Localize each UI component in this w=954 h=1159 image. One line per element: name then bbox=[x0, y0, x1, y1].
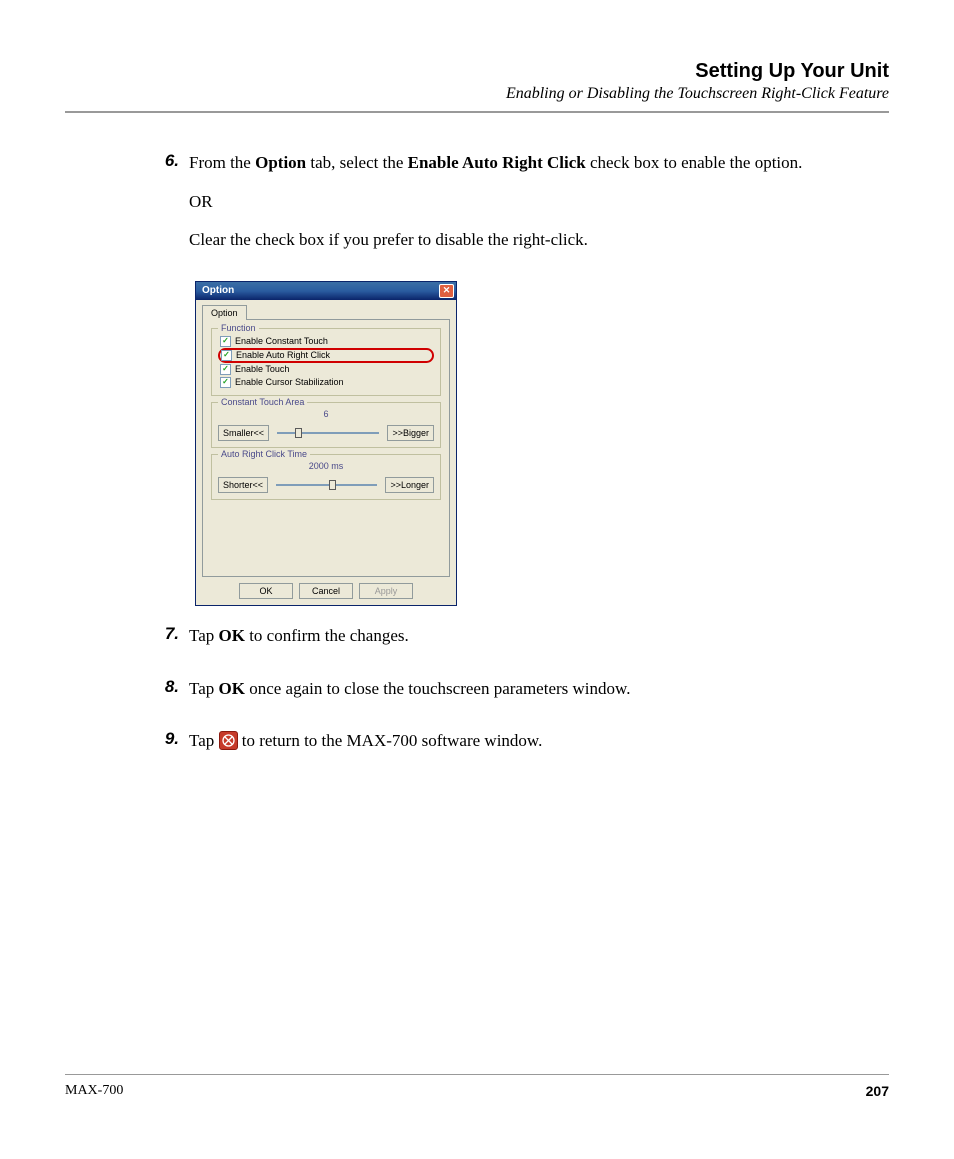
content-area: 6. From the Option tab, select the Enabl… bbox=[65, 151, 889, 768]
area-value: 6 bbox=[218, 409, 434, 419]
return-icon bbox=[219, 731, 238, 750]
step-9: 9. Tap to return to the MAX-700 software… bbox=[155, 729, 889, 768]
page-number: 207 bbox=[866, 1083, 889, 1099]
check-icon bbox=[220, 364, 231, 375]
step-body: Tap OK to confirm the changes. bbox=[189, 624, 409, 663]
check-icon bbox=[220, 336, 231, 347]
time-legend: Auto Right Click Time bbox=[218, 449, 310, 459]
page-footer: MAX-700 207 bbox=[65, 1074, 889, 1099]
function-fieldset: Function Enable Constant Touch Enable Au… bbox=[211, 328, 441, 396]
step-number: 9. bbox=[155, 729, 189, 768]
time-slider[interactable] bbox=[276, 484, 377, 486]
slider-thumb-icon[interactable] bbox=[329, 480, 336, 490]
check-icon bbox=[221, 350, 232, 361]
step-8: 8. Tap OK once again to close the touchs… bbox=[155, 677, 889, 716]
screenshot-option-dialog: Option ✕ Option Function Enable Constant… bbox=[195, 281, 889, 606]
slider-thumb-icon[interactable] bbox=[295, 428, 302, 438]
step-6: 6. From the Option tab, select the Enabl… bbox=[155, 151, 889, 267]
step-body: From the Option tab, select the Enable A… bbox=[189, 151, 802, 267]
auto-right-click-time-fieldset: Auto Right Click Time 2000 ms Shorter<< … bbox=[211, 454, 441, 500]
apply-button[interactable]: Apply bbox=[359, 583, 413, 599]
shorter-button[interactable]: Shorter<< bbox=[218, 477, 268, 493]
longer-button[interactable]: >>Longer bbox=[385, 477, 434, 493]
tab-panel: Function Enable Constant Touch Enable Au… bbox=[202, 319, 450, 577]
checkbox-cursor-stabilization[interactable]: Enable Cursor Stabilization bbox=[218, 376, 434, 389]
ok-button[interactable]: OK bbox=[239, 583, 293, 599]
checkbox-constant-touch[interactable]: Enable Constant Touch bbox=[218, 335, 434, 348]
option-dialog: Option ✕ Option Function Enable Constant… bbox=[195, 281, 457, 606]
close-icon[interactable]: ✕ bbox=[439, 284, 454, 298]
header-rule bbox=[65, 111, 889, 113]
function-legend: Function bbox=[218, 323, 259, 333]
time-value: 2000 ms bbox=[218, 461, 434, 471]
checkbox-enable-touch[interactable]: Enable Touch bbox=[218, 363, 434, 376]
step-number: 8. bbox=[155, 677, 189, 716]
dialog-buttons: OK Cancel Apply bbox=[196, 577, 456, 605]
area-slider[interactable] bbox=[277, 432, 379, 434]
checkbox-auto-right-click[interactable]: Enable Auto Right Click bbox=[218, 348, 434, 363]
step-number: 7. bbox=[155, 624, 189, 663]
chapter-title: Setting Up Your Unit bbox=[65, 60, 889, 83]
bigger-button[interactable]: >>Bigger bbox=[387, 425, 434, 441]
cancel-button[interactable]: Cancel bbox=[299, 583, 353, 599]
check-icon bbox=[220, 377, 231, 388]
step-body: Tap to return to the MAX-700 software wi… bbox=[189, 729, 542, 768]
footer-model: MAX-700 bbox=[65, 1083, 123, 1099]
step-number: 6. bbox=[155, 151, 189, 267]
titlebar: Option ✕ bbox=[196, 282, 456, 300]
section-title: Enabling or Disabling the Touchscreen Ri… bbox=[65, 85, 889, 103]
step-7: 7. Tap OK to confirm the changes. bbox=[155, 624, 889, 663]
footer-rule bbox=[65, 1074, 889, 1075]
smaller-button[interactable]: Smaller<< bbox=[218, 425, 269, 441]
area-legend: Constant Touch Area bbox=[218, 397, 307, 407]
constant-touch-area-fieldset: Constant Touch Area 6 Smaller<< >>Bigger bbox=[211, 402, 441, 448]
step-body: Tap OK once again to close the touchscre… bbox=[189, 677, 630, 716]
window-title: Option bbox=[202, 285, 439, 296]
page-header: Setting Up Your Unit Enabling or Disabli… bbox=[65, 60, 889, 113]
tab-option[interactable]: Option bbox=[202, 305, 247, 320]
